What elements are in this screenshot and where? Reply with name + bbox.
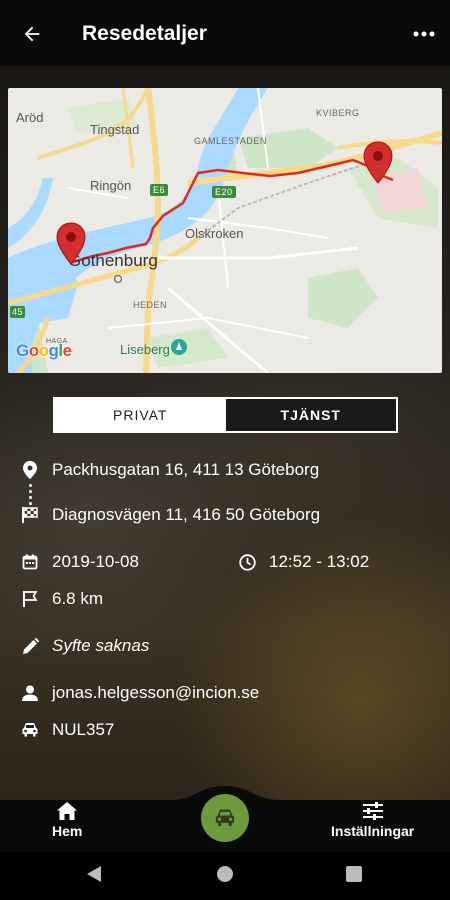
system-back-icon[interactable]: [86, 865, 102, 883]
vehicle-row: NUL357: [21, 720, 114, 740]
back-button[interactable]: [18, 20, 46, 48]
system-home-icon[interactable]: [216, 865, 234, 883]
route-dots: [29, 484, 33, 506]
car-icon: [215, 809, 235, 826]
more-options-button[interactable]: [412, 22, 436, 46]
system-navigation-bar: [0, 852, 450, 900]
system-recents-icon[interactable]: [346, 866, 362, 882]
date-row: 2019-10-08: [21, 552, 139, 572]
map-label-e6: E6: [150, 184, 169, 196]
time-row: 12:52 - 13:02: [238, 552, 369, 572]
start-address: Packhusgatan 16, 411 13 Göteborg: [52, 460, 320, 479]
map-label-ringon: Ringön: [90, 178, 132, 193]
trip-user: jonas.helgesson@incion.se: [52, 683, 260, 702]
finish-flag-icon: [21, 506, 39, 524]
map-label-heden: HEDEN: [133, 300, 168, 310]
trip-date: 2019-10-08: [52, 552, 139, 571]
home-icon: [57, 802, 78, 820]
distance-row: 6.8 km: [21, 589, 103, 609]
map-label-olskroken: Olskroken: [185, 226, 244, 241]
car-icon: [21, 721, 39, 739]
trip-purpose[interactable]: Syfte saknas: [52, 636, 149, 656]
clock-icon: [238, 553, 256, 571]
nav-settings-label: Inställningar: [331, 823, 415, 839]
map-label-tingstad: Tingstad: [90, 122, 140, 137]
nav-home-label: Hem: [52, 823, 83, 839]
map-label-kviberg: KVIBERG: [316, 108, 360, 118]
map-label-liseberg: Liseberg: [120, 342, 170, 357]
map-marker-icon: [21, 461, 39, 479]
purpose-row[interactable]: Syfte saknas: [21, 636, 149, 656]
page-title: Resedetaljer: [82, 22, 207, 45]
map-label-e20: E20: [212, 186, 236, 198]
tab-work[interactable]: TJÄNST: [225, 399, 396, 431]
person-icon: [21, 684, 39, 702]
trip-vehicle: NUL357: [52, 720, 115, 739]
map-label-gamlestaden: GAMLESTADEN: [194, 136, 267, 146]
tab-private[interactable]: PRIVAT: [55, 399, 226, 431]
end-location-pin-icon: [363, 141, 393, 184]
trip-distance: 6.8 km: [52, 589, 104, 608]
more-vertical-icon: [413, 31, 435, 37]
start-location-pin-icon: [56, 222, 86, 265]
end-address: Diagnosvägen 11, 416 50 Göteborg: [52, 505, 321, 524]
route-map[interactable]: Aröd Tingstad GAMLESTADEN KVIBERG Ringön…: [8, 88, 442, 373]
trip-time: 12:52 - 13:02: [269, 552, 370, 571]
calendar-icon: [21, 553, 39, 571]
app-bar: Resedetaljer: [0, 0, 450, 66]
map-label-arod: Aröd: [16, 110, 44, 125]
station-icon: [113, 274, 123, 284]
map-label-road45: 45: [10, 306, 26, 318]
user-row: jonas.helgesson@incion.se: [21, 683, 259, 703]
trips-fab-button[interactable]: [201, 794, 249, 842]
google-logo: Google: [16, 341, 72, 360]
flag-icon: [21, 590, 39, 608]
trip-type-toggle: PRIVAT TJÄNST: [53, 397, 398, 433]
end-address-row: Diagnosvägen 11, 416 50 Göteborg: [21, 505, 320, 525]
arrow-left-icon: [24, 26, 40, 42]
pencil-icon: [21, 637, 39, 655]
nav-settings[interactable]: Inställningar: [331, 802, 414, 839]
start-address-row: Packhusgatan 16, 411 13 Göteborg: [21, 460, 319, 480]
sliders-icon: [362, 802, 383, 820]
liseberg-poi-icon: [171, 339, 187, 355]
nav-home[interactable]: Hem: [52, 802, 82, 839]
